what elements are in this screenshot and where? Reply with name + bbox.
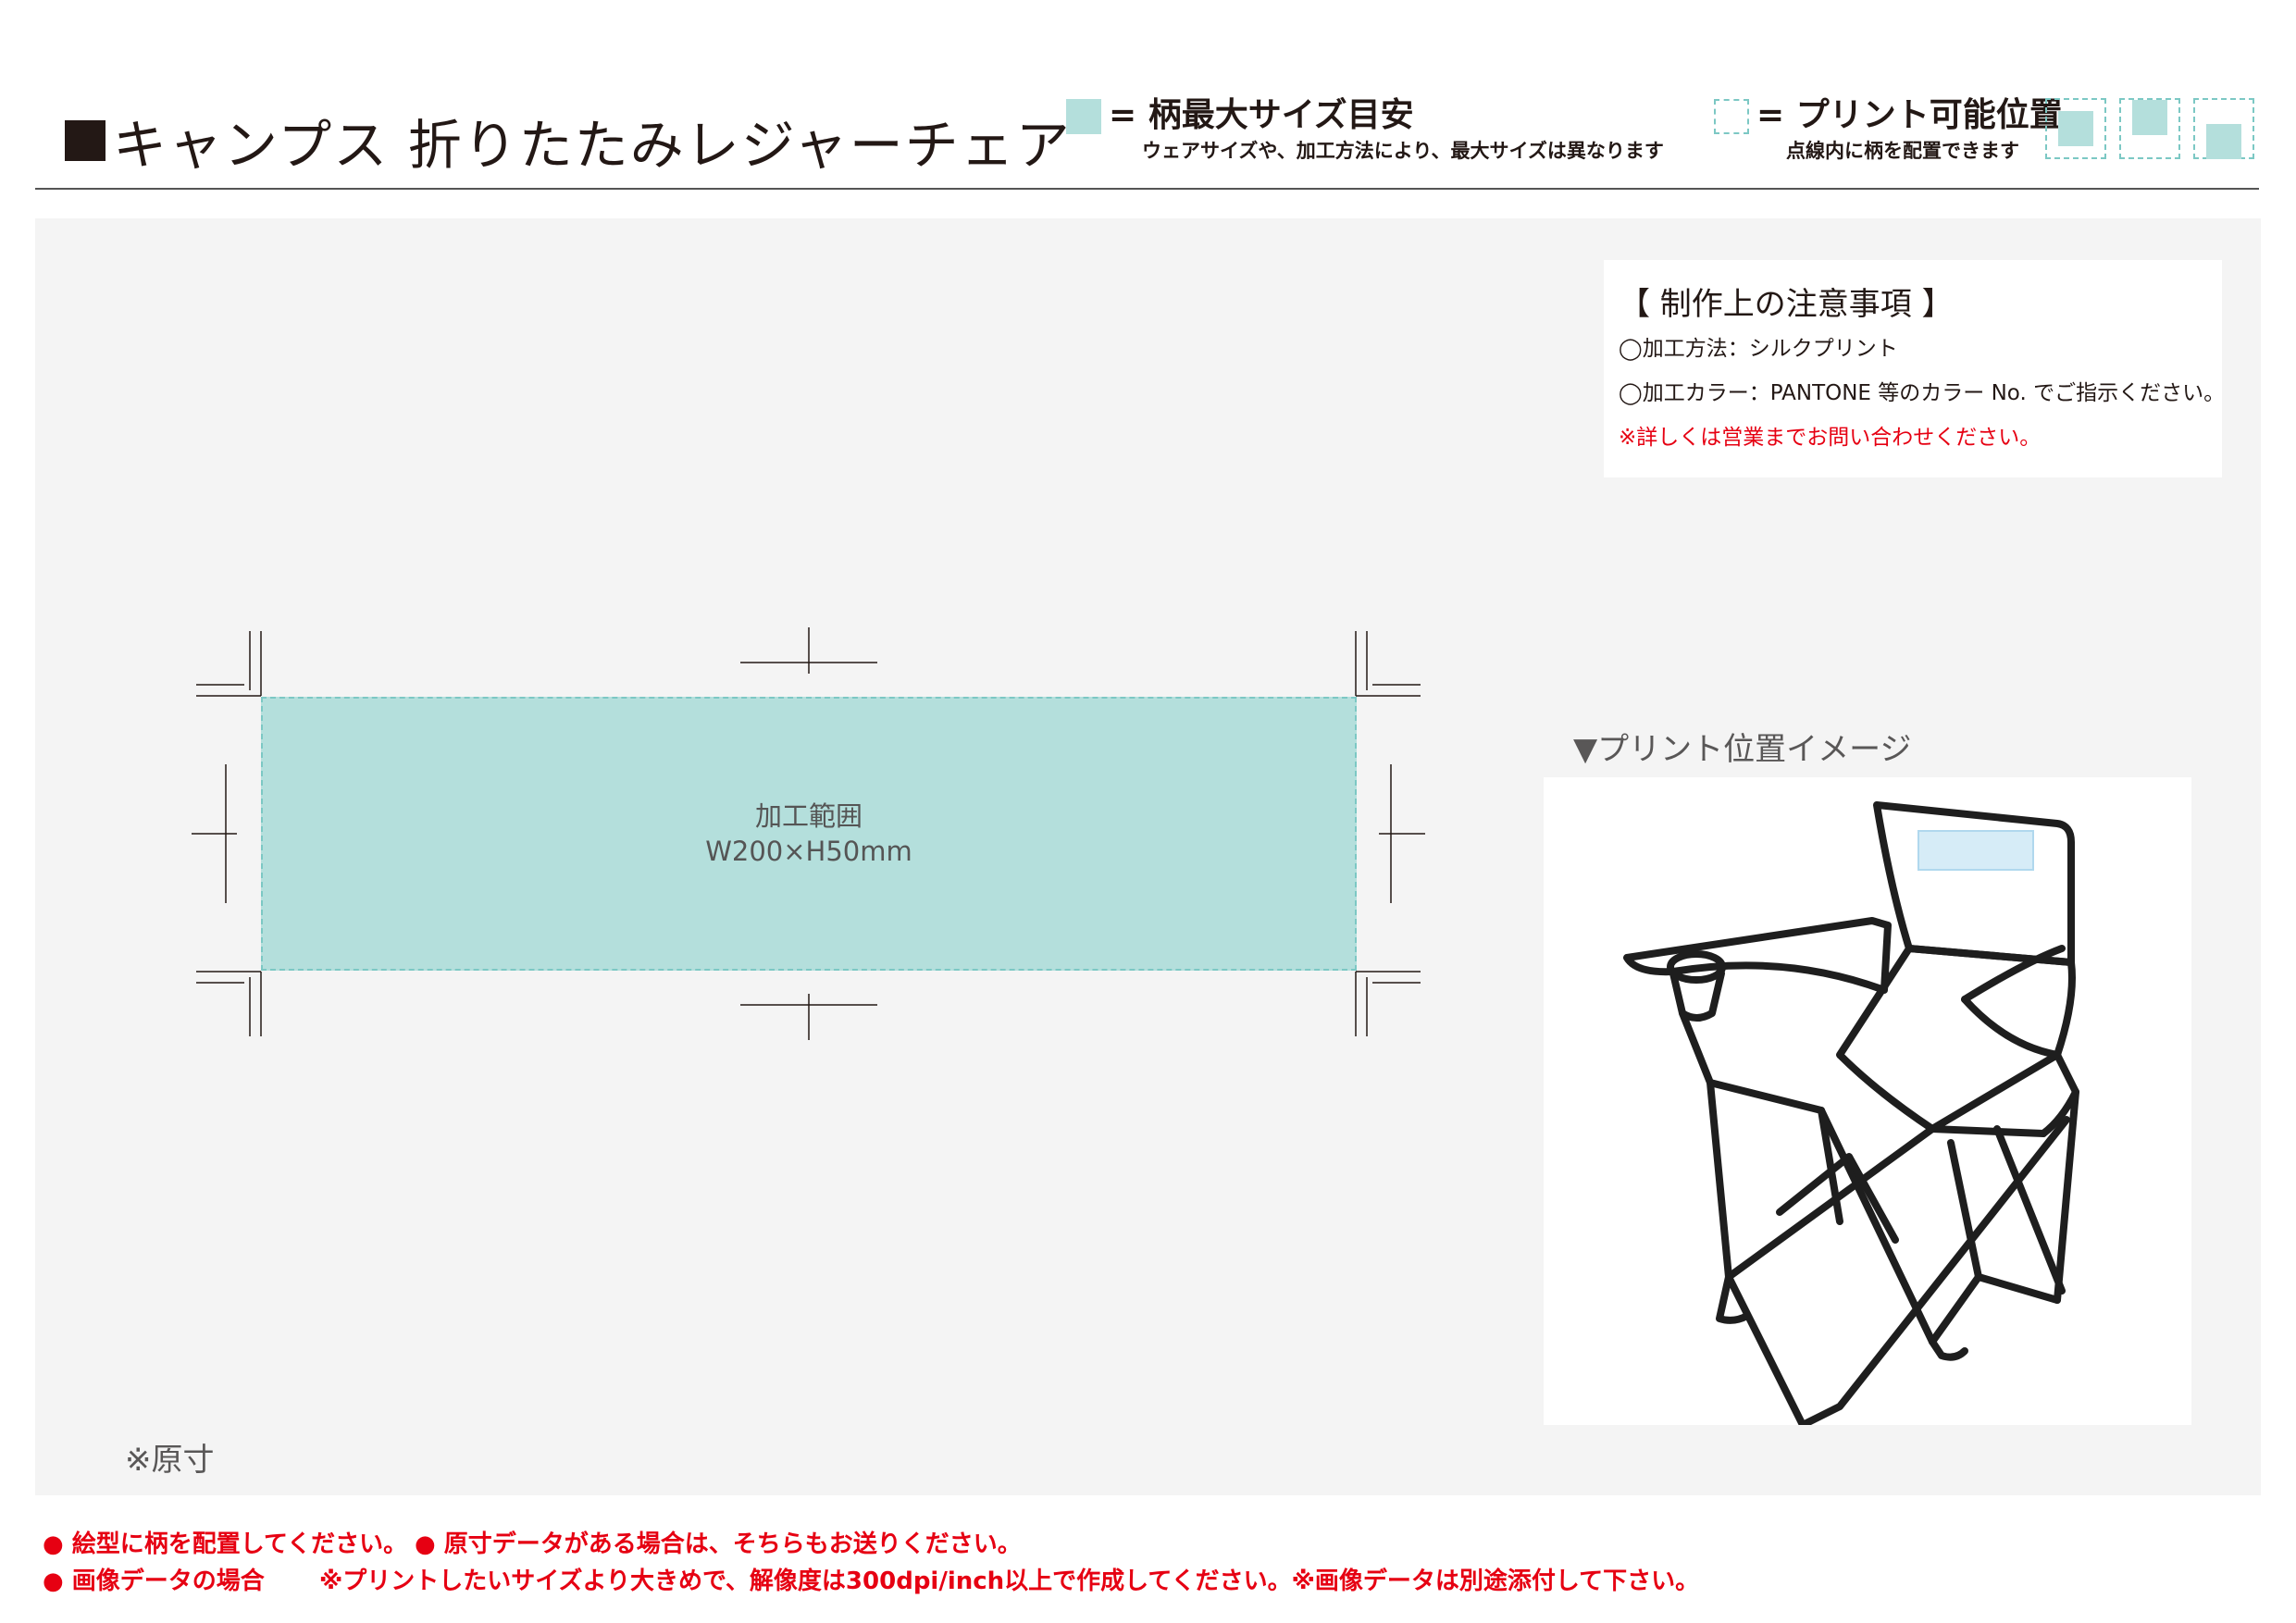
footer-note-image-data: ● 画像データの場合 [43,1567,265,1595]
production-notes: 【 制作上の注意事項 】 ◯加工方法：シルクプリント ◯加工カラー：PANTON… [1604,260,2226,477]
print-area-swatch-icon [1714,99,1749,134]
position-example-center-icon [2045,98,2106,159]
print-area-size: W200×H50mm [705,836,912,867]
print-area: 加工範囲 W200×H50mm [261,697,1357,971]
notes-heading: 【 制作上の注意事項 】 [1619,286,1954,323]
position-example-top-icon [2119,98,2180,159]
print-position-mark [1917,830,2034,871]
notes-contact: ※詳しくは営業までお問い合わせください。 [1619,426,2042,450]
notes-color: ◯加工カラー：PANTONE 等のカラー No. でご指示ください。 [1619,381,2226,405]
camping-chair-icon [1623,801,2079,1429]
preview-image [1544,777,2191,1429]
footer-note-resolution: ※プリントしたいサイズより大きめで、解像度は300dpi/inch以上で作成して… [319,1567,1700,1595]
legend-print-title: = プリント可能位置 [1756,96,2063,134]
footer-note-send-original: ● 原寸データがある場合は、そちらもお送りください。 [415,1530,1022,1558]
notes-method: ◯加工方法：シルクプリント [1619,337,1898,361]
footer-note-place-pattern: ● 絵型に柄を配置してください。 [43,1530,408,1558]
position-example-bottom-icon [2193,98,2254,159]
actual-size-note: ※原寸 [125,1442,215,1479]
legend-print-note: 点線内に柄を配置できます [1786,140,2019,162]
print-area-label: 加工範囲 [754,800,863,832]
preview-label: ▼プリント位置イメージ [1573,731,1912,768]
